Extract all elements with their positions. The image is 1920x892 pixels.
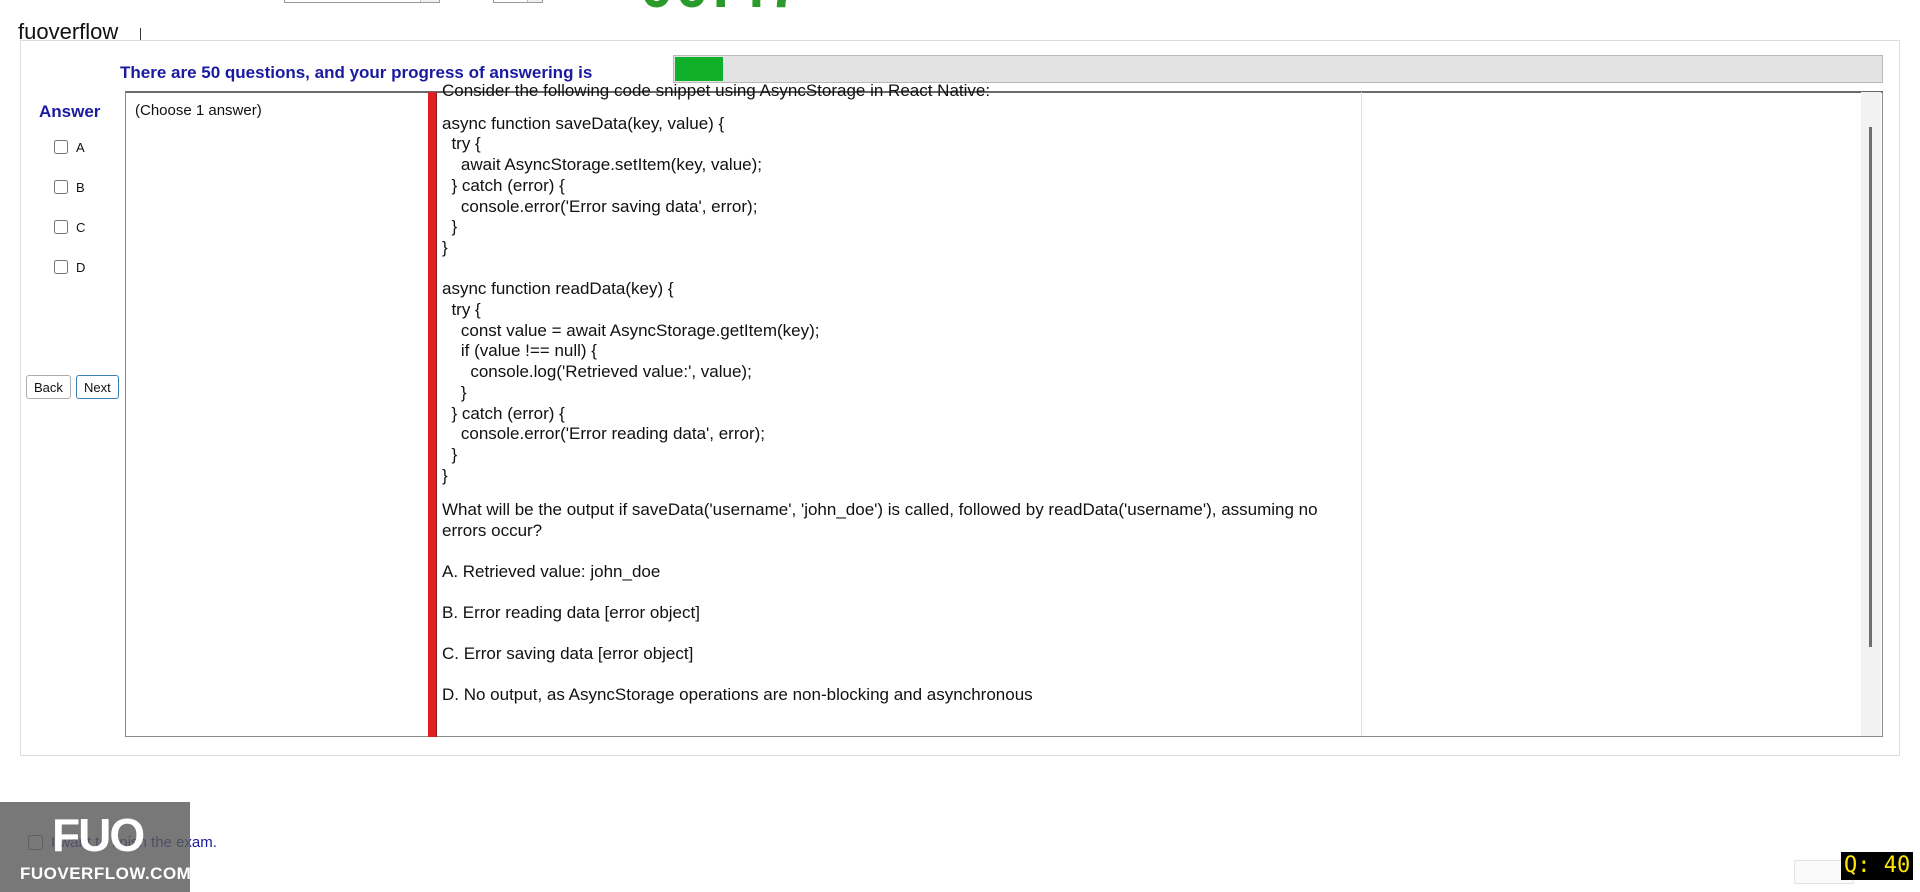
chevron-down-icon[interactable] (420, 0, 439, 2)
answer-checkbox-c[interactable] (54, 220, 68, 234)
next-button[interactable]: Next (76, 375, 119, 399)
question-content: Consider the following code snippet usin… (442, 81, 1342, 727)
question-badge: Q: 40 (1841, 852, 1914, 880)
answer-option-c[interactable]: C (54, 218, 85, 236)
font-size-select[interactable] (493, 0, 543, 3)
answer-option-d[interactable]: D (54, 258, 85, 276)
question-intro: Consider the following code snippet usin… (442, 81, 991, 100)
splitter-bar[interactable] (428, 92, 437, 737)
choice-a: A. Retrieved value: john_doe (442, 561, 661, 581)
answer-checkbox-b[interactable] (54, 180, 68, 194)
answer-heading: Answer (39, 102, 101, 121)
watermark-logo: FUO (52, 809, 145, 861)
progress-label: There are 50 questions, and your progres… (120, 63, 593, 82)
answer-option-label: C (76, 219, 86, 235)
chevron-down-icon[interactable] (527, 0, 542, 2)
choice-c: C. Error saving data [error object] (442, 644, 694, 664)
code-snippet: async function saveData(key, value) { tr… (442, 113, 820, 485)
exam-code-select[interactable] (284, 0, 440, 3)
back-button[interactable]: Back (26, 375, 71, 399)
answer-option-a[interactable]: A (54, 138, 85, 156)
exam-window: 00:47 fuoverflow There are 50 questions,… (0, 0, 1920, 892)
progress-bar (673, 55, 1883, 83)
answer-option-label: B (76, 179, 85, 195)
watermark-text: FUOVERFLOW.COM (20, 864, 192, 883)
scrollbar-thumb[interactable] (1869, 127, 1872, 647)
question-stem: What will be the output if saveData('use… (442, 500, 1318, 541)
choice-b: B. Error reading data [error object] (442, 602, 700, 622)
column-divider (1361, 92, 1362, 736)
answer-checkbox-a[interactable] (54, 140, 68, 154)
answer-checkbox-d[interactable] (54, 260, 68, 274)
progress-bar-fill (675, 57, 723, 81)
countdown-timer: 00:47 (640, 0, 803, 17)
answer-option-b[interactable]: B (54, 178, 85, 196)
choice-d: D. No output, as AsyncStorage operations… (442, 685, 1033, 705)
choose-note: (Choose 1 answer) (135, 102, 262, 119)
answer-option-label: A (76, 139, 85, 155)
answer-option-label: D (76, 259, 86, 275)
